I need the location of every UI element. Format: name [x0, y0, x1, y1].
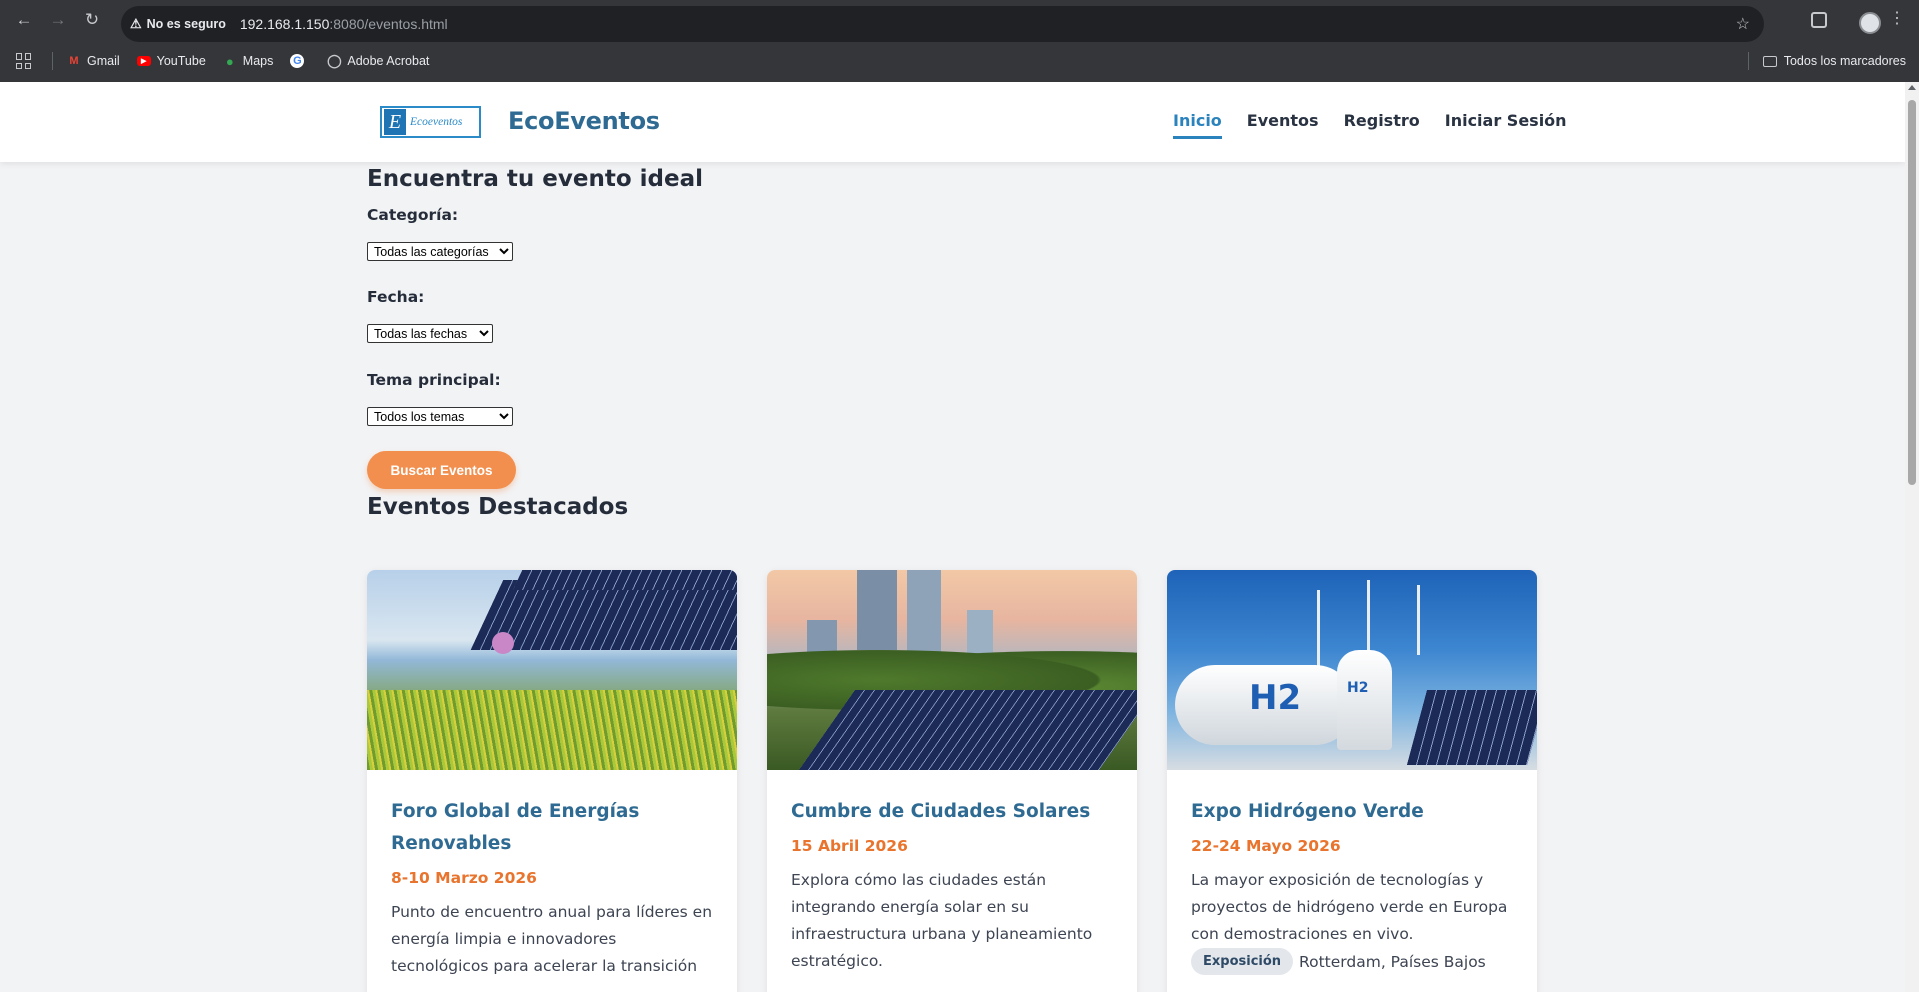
event-description: Explora cómo las ciudades están integran…	[791, 871, 1093, 970]
security-label: No es seguro	[146, 17, 226, 31]
page-scrollbar[interactable]	[1905, 82, 1919, 992]
event-card[interactable]: Foro Global de Energías Renovables 8-10 …	[367, 570, 737, 992]
bookmark-label: Adobe Acrobat	[347, 54, 430, 68]
nav-iniciar-sesion[interactable]: Iniciar Sesión	[1445, 111, 1567, 139]
bookmark-adobe-acrobat[interactable]: ◯ Adobe Acrobat	[327, 53, 430, 68]
bookmark-label: YouTube	[156, 54, 206, 68]
bookmarks-bar: M Gmail ▶ YouTube ● Maps G ◯ Adobe Acrob…	[0, 48, 1919, 74]
main-nav: Inicio Eventos Registro Iniciar Sesión	[1173, 111, 1567, 139]
reload-icon[interactable]: ↻	[78, 6, 106, 34]
category-label: Categoría:	[367, 206, 459, 224]
all-bookmarks-label: Todos los marcadores	[1783, 54, 1906, 68]
page: E Ecoeventos EcoEventos Inicio Eventos R…	[0, 82, 1905, 992]
extensions-icon[interactable]	[1811, 12, 1827, 28]
browser-chrome: ← → ↻ ⚠ No es seguro 192.168.1.150:8080/…	[0, 0, 1919, 82]
bookmarks-separator	[52, 52, 53, 70]
apps-grid-icon[interactable]	[16, 53, 32, 69]
warning-icon: ⚠	[130, 16, 142, 31]
logo-mark: E	[384, 109, 406, 135]
event-title[interactable]: Cumbre de Ciudades Solares	[791, 796, 1113, 828]
topic-select[interactable]: Todos los temas	[367, 407, 513, 426]
search-title: Encuentra tu evento ideal	[367, 166, 704, 192]
bookmark-label: Gmail	[87, 54, 120, 68]
forward-icon[interactable]: →	[44, 6, 72, 34]
event-date: 22-24 Mayo 2026	[1191, 837, 1341, 855]
maps-icon: ●	[225, 53, 234, 69]
youtube-icon: ▶	[136, 56, 151, 66]
event-card[interactable]: Cumbre de Ciudades Solares 15 Abril 2026…	[767, 570, 1137, 992]
site-header: E Ecoeventos EcoEventos Inicio Eventos R…	[0, 82, 1905, 162]
bookmark-maps[interactable]: ● Maps	[223, 53, 274, 69]
globe-icon: ◯	[327, 53, 342, 68]
event-date: 15 Abril 2026	[791, 837, 908, 855]
featured-cards: Foro Global de Energías Renovables 8-10 …	[367, 570, 1537, 992]
event-title[interactable]: Expo Hidrógeno Verde	[1191, 796, 1513, 828]
profile-avatar[interactable]	[1859, 12, 1881, 34]
event-type-badge: Exposición	[1191, 948, 1294, 975]
event-card-body: Expo Hidrógeno Verde 22-24 Mayo 2026 La …	[1167, 770, 1537, 975]
logo-text: Ecoeventos	[410, 116, 463, 128]
url-text[interactable]: 192.168.1.150:8080/eventos.html	[240, 16, 448, 32]
event-image-hydrogen: H2 H2	[1167, 570, 1537, 770]
event-image-solar-panels	[367, 570, 737, 770]
date-label: Fecha:	[367, 288, 425, 306]
bookmark-star-icon[interactable]: ☆	[1736, 14, 1750, 34]
event-location: Rotterdam, Países Bajos	[1299, 952, 1486, 971]
featured-title: Eventos Destacados	[367, 494, 629, 520]
url-host: 192.168.1.150	[239, 16, 330, 32]
event-card-body: Foro Global de Energías Renovables 8-10 …	[367, 770, 737, 980]
gmail-icon: M	[69, 55, 79, 67]
event-description: Punto de encuentro anual para líderes en…	[391, 903, 713, 975]
bookmark-youtube[interactable]: ▶ YouTube	[136, 54, 206, 68]
event-card-body: Cumbre de Ciudades Solares 15 Abril 2026…	[767, 770, 1137, 975]
url-path: :8080/eventos.html	[329, 16, 448, 32]
bookmark-google[interactable]: G	[290, 54, 310, 68]
category-select[interactable]: Todas las categorías	[367, 242, 513, 261]
date-select[interactable]: Todas las fechas	[367, 324, 493, 343]
brand-name[interactable]: EcoEventos	[508, 107, 660, 135]
bookmark-gmail[interactable]: M Gmail	[67, 54, 120, 68]
address-bar[interactable]: ⚠ No es seguro 192.168.1.150:8080/evento…	[121, 6, 1764, 42]
event-image-solar-city	[767, 570, 1137, 770]
google-icon: G	[290, 54, 305, 68]
event-description: La mayor exposición de tecnologías y pro…	[1191, 871, 1508, 943]
event-title[interactable]: Foro Global de Energías Renovables	[391, 796, 713, 860]
bookmarks-separator	[1747, 52, 1749, 70]
back-icon[interactable]: ←	[10, 6, 38, 34]
event-card[interactable]: H2 H2 Expo Hidrógeno Verde 22-24 Mayo 20…	[1167, 570, 1537, 992]
nav-registro[interactable]: Registro	[1344, 111, 1420, 139]
bookmark-label: Maps	[242, 54, 274, 68]
scrollbar-thumb[interactable]	[1908, 100, 1916, 485]
topic-label: Tema principal:	[367, 371, 501, 389]
menu-kebab-icon[interactable]: ⋮	[1889, 11, 1905, 27]
all-bookmarks[interactable]: Todos los marcadores	[1747, 52, 1906, 70]
security-chip[interactable]: ⚠ No es seguro	[130, 16, 226, 32]
folder-icon	[1762, 55, 1777, 67]
nav-inicio[interactable]: Inicio	[1173, 111, 1222, 139]
event-meta: Exposición Rotterdam, Países Bajos	[1191, 948, 1513, 975]
site-logo[interactable]: E Ecoeventos	[380, 106, 481, 138]
nav-eventos[interactable]: Eventos	[1247, 111, 1319, 139]
search-events-button[interactable]: Buscar Eventos	[367, 451, 516, 489]
event-date: 8-10 Marzo 2026	[391, 869, 537, 887]
scroll-up-icon[interactable]	[1908, 85, 1916, 90]
